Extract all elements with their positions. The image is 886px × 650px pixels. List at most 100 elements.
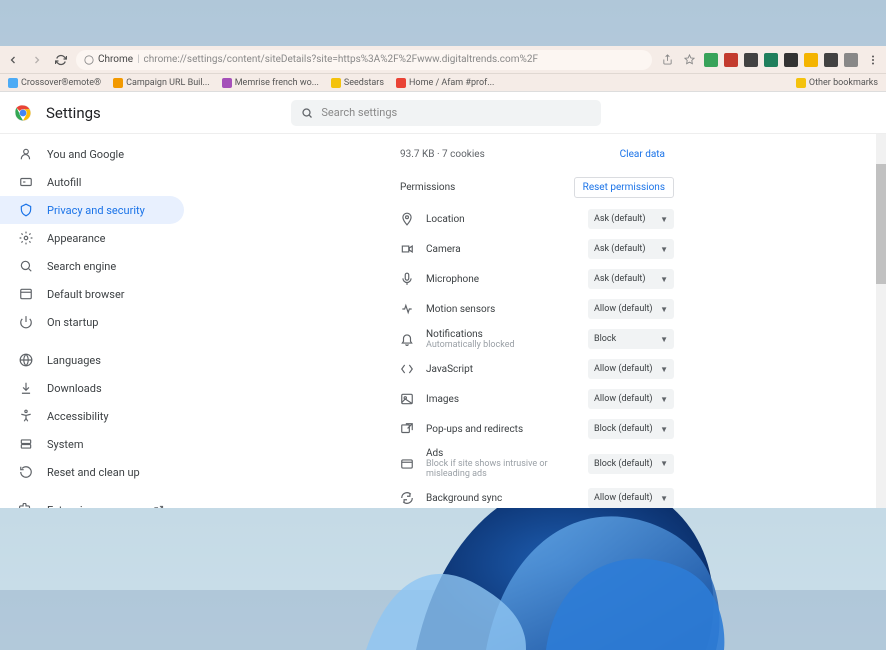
back-button[interactable] [6, 53, 20, 67]
search-icon [301, 107, 313, 119]
extension-icon-1[interactable] [724, 53, 738, 67]
sidebar-item-default-browser[interactable]: Default browser [0, 280, 184, 308]
sidebar-item-label: Search engine [47, 260, 116, 273]
url-scheme: Chrome [98, 54, 133, 65]
extension-icon-5[interactable] [804, 53, 818, 67]
page-title: Settings [46, 104, 101, 122]
extension-icon-7[interactable] [844, 53, 858, 67]
permission-row-javascript: JavaScript Allow (default)▼ [390, 354, 684, 384]
bookmark-favicon [396, 78, 406, 88]
clear-data-button[interactable]: Clear data [611, 144, 674, 165]
reload-button[interactable] [54, 53, 68, 67]
reset-icon [18, 465, 33, 480]
bookmark-label: Seedstars [344, 78, 384, 88]
folder-icon [796, 78, 806, 88]
person-icon [18, 147, 33, 162]
sidebar-item-label: You and Google [47, 148, 124, 161]
bookmark-item-0[interactable]: Crossover®emote® [8, 78, 101, 88]
permission-row-notifications: NotificationsAutomatically blocked Block… [390, 324, 684, 354]
star-button[interactable] [682, 53, 696, 67]
permission-value: Ask (default) [594, 274, 646, 284]
sidebar-item-extensions[interactable]: Extensions [0, 496, 184, 508]
sidebar-item-label: Autofill [47, 176, 81, 189]
bookmark-item-4[interactable]: Home / Afam #prof... [396, 78, 494, 88]
scrollbar[interactable] [876, 134, 886, 508]
sidebar-item-accessibility[interactable]: Accessibility [0, 402, 184, 430]
sidebar-item-downloads[interactable]: Downloads [0, 374, 184, 402]
permission-sublabel: Automatically blocked [426, 340, 576, 350]
bookmark-item-3[interactable]: Seedstars [331, 78, 384, 88]
extension-icon-3[interactable] [764, 53, 778, 67]
appearance-icon [18, 231, 33, 246]
other-bookmarks[interactable]: Other bookmarks [796, 78, 878, 88]
chevron-down-icon: ▼ [660, 335, 668, 344]
bell-icon [400, 332, 414, 346]
sidebar-item-label: On startup [47, 316, 98, 329]
address-bar[interactable]: Chrome | chrome://settings/content/siteD… [76, 50, 652, 70]
globe-icon [18, 353, 33, 368]
settings-sidebar: You and Google Autofill Privacy and securi… [0, 134, 200, 508]
extension-icon-0[interactable] [704, 53, 718, 67]
sidebar-item-reset-and-clean-up[interactable]: Reset and clean up [0, 458, 184, 486]
share-button[interactable] [660, 53, 674, 67]
image-icon [400, 392, 414, 406]
permission-row-camera: Camera Ask (default)▼ [390, 234, 684, 264]
search-settings-input[interactable]: Search settings [291, 100, 601, 126]
sidebar-item-autofill[interactable]: Autofill [0, 168, 184, 196]
sidebar-item-privacy-and-security[interactable]: Privacy and security [0, 196, 184, 224]
extension-icon-6[interactable] [824, 53, 838, 67]
sync-icon [400, 491, 414, 505]
permission-select[interactable]: Block▼ [588, 329, 674, 349]
permission-row-motion-sensors: Motion sensors Allow (default)▼ [390, 294, 684, 324]
sidebar-item-appearance[interactable]: Appearance [0, 224, 184, 252]
permission-select[interactable]: Allow (default)▼ [588, 299, 674, 319]
permission-select[interactable]: Allow (default)▼ [588, 389, 674, 409]
sidebar-item-search-engine[interactable]: Search engine [0, 252, 184, 280]
permission-select[interactable]: Ask (default)▼ [588, 239, 674, 259]
permission-value: Ask (default) [594, 214, 646, 224]
permission-label: NotificationsAutomatically blocked [426, 329, 576, 350]
permission-label: Pop-ups and redirects [426, 424, 576, 435]
permission-select[interactable]: Block (default)▼ [588, 419, 674, 439]
external-link-icon [151, 503, 166, 509]
url-text: chrome://settings/content/siteDetails?si… [144, 54, 538, 65]
reset-permissions-button[interactable]: Reset permissions [574, 177, 674, 198]
permission-select[interactable]: Allow (default)▼ [588, 359, 674, 379]
permission-label: Camera [426, 244, 576, 255]
chevron-down-icon: ▼ [660, 245, 668, 254]
bookmark-label: Crossover®emote® [21, 78, 101, 88]
motion-icon [400, 302, 414, 316]
location-icon [400, 212, 414, 226]
sidebar-item-label: Downloads [47, 382, 102, 395]
a11y-icon [18, 409, 33, 424]
permissions-title: Permissions [400, 182, 455, 193]
sidebar-item-languages[interactable]: Languages [0, 346, 184, 374]
scrollbar-thumb[interactable] [876, 164, 886, 284]
menu-button[interactable] [866, 53, 880, 67]
browser-icon [18, 287, 33, 302]
sidebar-item-on-startup[interactable]: On startup [0, 308, 184, 336]
forward-button[interactable] [30, 53, 44, 67]
search-placeholder: Search settings [321, 106, 397, 119]
extension-icon-2[interactable] [744, 53, 758, 67]
permission-select[interactable]: Block (default)▼ [588, 454, 674, 474]
chevron-down-icon: ▼ [660, 395, 668, 404]
extension-icon-4[interactable] [784, 53, 798, 67]
permission-label: AdsBlock if site shows intrusive or misl… [426, 448, 576, 479]
permission-value: Allow (default) [594, 364, 653, 374]
chevron-down-icon: ▼ [660, 494, 668, 503]
bookmark-item-1[interactable]: Campaign URL Buil... [113, 78, 210, 88]
sidebar-item-system[interactable]: System [0, 430, 184, 458]
sidebar-item-label: Languages [47, 354, 101, 367]
permission-row-ads: AdsBlock if site shows intrusive or misl… [390, 444, 684, 483]
permission-select[interactable]: Allow (default) ▼ [588, 488, 674, 508]
permission-select[interactable]: Ask (default)▼ [588, 209, 674, 229]
permission-value: Allow (default) [594, 493, 653, 503]
sidebar-item-you-and-google[interactable]: You and Google [0, 140, 184, 168]
bookmark-item-2[interactable]: Memrise french wo... [222, 78, 319, 88]
permission-select[interactable]: Ask (default)▼ [588, 269, 674, 289]
search-icon [18, 259, 33, 274]
camera-icon [400, 242, 414, 256]
shield-icon [18, 203, 33, 218]
sidebar-item-label: Reset and clean up [47, 466, 140, 479]
